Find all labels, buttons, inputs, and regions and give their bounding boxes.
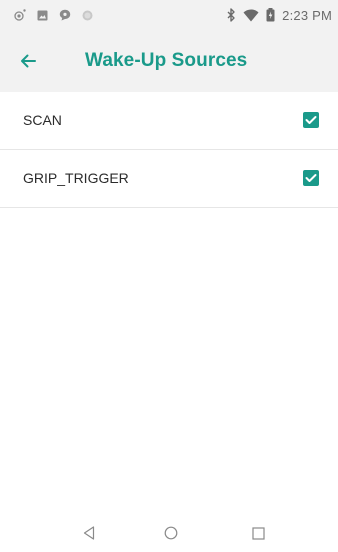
list-item-grip-trigger[interactable]: GRIP_TRIGGER [0,150,338,208]
system-icons: 2:23 PM [227,7,332,23]
back-triangle-icon [83,526,95,540]
photo-icon [37,10,48,20]
app-bar: Wake-Up Sources [0,30,338,92]
home-circle-icon [164,526,178,540]
nav-recents-button[interactable] [248,523,268,543]
nav-back-button[interactable] [79,523,99,543]
status-bar: 2:23 PM [0,0,338,30]
battery-icon [266,8,275,22]
circle-icon [82,10,93,20]
wifi-icon [243,9,259,21]
scan-checkbox[interactable] [303,112,319,128]
notification-icons [14,8,93,22]
page-title: Wake-Up Sources [85,50,248,71]
checkmark-icon [305,174,317,182]
list-item-label: SCAN [23,112,62,128]
arrow-back-icon [21,54,36,68]
wake-up-sources-list: SCAN GRIP_TRIGGER [0,92,338,208]
message-icon [59,9,71,21]
recents-square-icon [251,526,265,540]
list-item-label: GRIP_TRIGGER [23,170,129,186]
status-time: 2:23 PM [282,7,332,23]
nav-home-button[interactable] [161,523,181,543]
grip-trigger-checkbox[interactable] [303,170,319,186]
checkmark-icon [305,116,317,124]
navigation-bar [0,514,338,552]
list-item-scan[interactable]: SCAN [0,92,338,150]
bluetooth-icon [227,8,235,22]
back-button[interactable] [14,47,42,75]
notification-dot-icon [14,9,26,21]
